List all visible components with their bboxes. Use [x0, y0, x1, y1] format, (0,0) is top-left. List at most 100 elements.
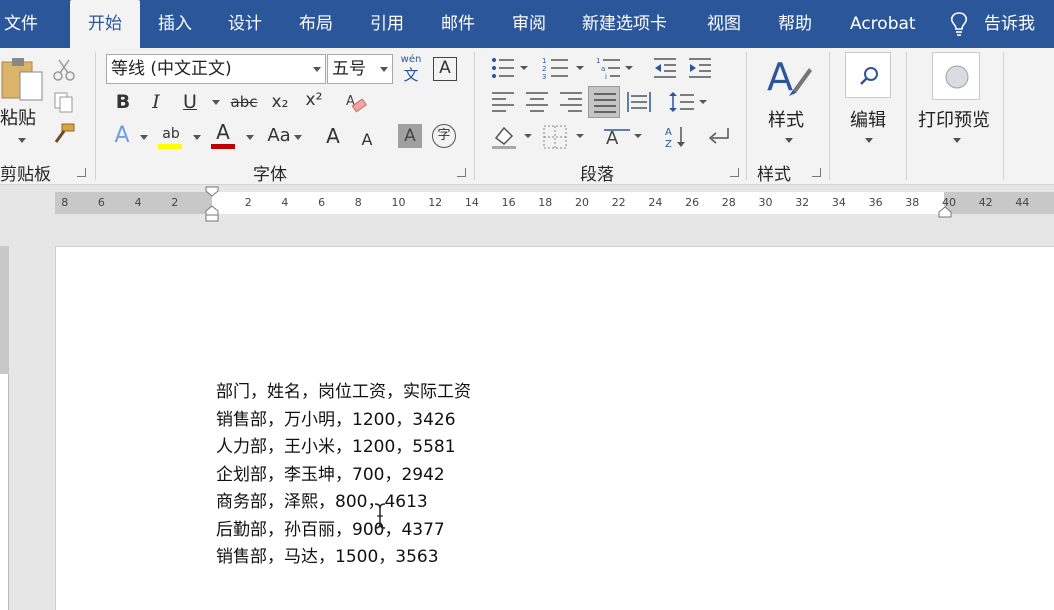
- font-color-label: A: [216, 120, 230, 144]
- increase-indent-icon[interactable]: [687, 56, 713, 80]
- font-name-combo[interactable]: 等线 (中文正文): [106, 54, 326, 84]
- font-launcher-icon[interactable]: [457, 168, 466, 177]
- svg-text:A: A: [767, 55, 793, 99]
- change-case-button[interactable]: Aa: [264, 124, 294, 148]
- char-shading-button[interactable]: A: [398, 124, 422, 148]
- document-page[interactable]: 部门，姓名，岗位工资，实际工资 销售部，万小明，1200，3426 人力部，王小…: [55, 246, 1054, 610]
- font-color-dropdown-icon[interactable]: [246, 135, 254, 140]
- tab-acrobat[interactable]: Acrobat: [850, 0, 916, 48]
- format-painter-icon[interactable]: [52, 122, 76, 146]
- distributed-icon[interactable]: [626, 90, 652, 114]
- ribbon: 粘贴 剪贴板 等线 (中文正文) 五号 wén 文 A B I U abc x₂…: [0, 48, 1054, 185]
- phonetic-guide-button[interactable]: wén 文: [398, 54, 424, 84]
- grow-font-button[interactable]: A: [322, 124, 344, 148]
- superscript-button[interactable]: x²: [301, 88, 327, 112]
- copy-icon[interactable]: [52, 90, 76, 114]
- tab-layout[interactable]: 布局: [299, 0, 333, 48]
- numbering-icon[interactable]: 1 2 3: [542, 56, 586, 80]
- paste-label: 粘贴: [0, 108, 36, 129]
- vertical-ruler[interactable]: [0, 246, 9, 610]
- tab-home[interactable]: 开始: [70, 0, 140, 48]
- enclose-chars-button[interactable]: 字: [432, 124, 456, 148]
- underline-dropdown-icon[interactable]: [212, 100, 220, 105]
- font-color-button[interactable]: A: [211, 120, 235, 149]
- ruler-number: 26: [685, 196, 700, 209]
- align-left-icon[interactable]: [490, 90, 516, 114]
- text-effects-dropdown-icon[interactable]: [140, 135, 148, 140]
- shrink-font-button[interactable]: A: [356, 128, 378, 152]
- group-divider: [1003, 52, 1004, 180]
- ruler-number: 8: [61, 196, 69, 209]
- bullets-icon[interactable]: [490, 56, 530, 80]
- justify-button[interactable]: [588, 86, 620, 118]
- editing-button[interactable]: 编辑: [840, 52, 896, 146]
- ruler-number: 36: [868, 196, 883, 209]
- ruler-number: 42: [978, 196, 993, 209]
- ruler-number: 18: [538, 196, 553, 209]
- document-line[interactable]: 部门，姓名，岗位工资，实际工资: [216, 377, 471, 402]
- ruler-number: 38: [905, 196, 920, 209]
- sort-icon[interactable]: A Z: [664, 124, 688, 150]
- circle-icon: [945, 65, 969, 89]
- ruler-number: 4: [134, 196, 142, 209]
- ruler-number: 6: [97, 196, 105, 209]
- decrease-indent-icon[interactable]: [652, 56, 678, 80]
- change-case-dropdown-icon[interactable]: [294, 135, 302, 140]
- tell-me-label: 告诉我: [984, 14, 1035, 34]
- paste-icon: [1, 58, 43, 101]
- tab-view[interactable]: 视图: [707, 0, 741, 48]
- first-line-indent-icon[interactable]: [205, 186, 219, 222]
- shading-icon[interactable]: [490, 124, 534, 150]
- document-line[interactable]: 人力部，王小米，1200，5581: [216, 432, 456, 457]
- highlight-dropdown-icon[interactable]: [193, 135, 201, 140]
- tab-mailings[interactable]: 邮件: [441, 0, 475, 48]
- font-size-combo[interactable]: 五号: [327, 54, 393, 84]
- search-icon: [860, 67, 878, 85]
- highlight-button[interactable]: ab: [158, 122, 184, 149]
- font-name-value: 等线 (中文正文): [111, 59, 232, 79]
- tab-help[interactable]: 帮助: [778, 0, 812, 48]
- char-border-button[interactable]: A: [433, 57, 457, 81]
- tab-design[interactable]: 设计: [228, 0, 262, 48]
- subscript-button[interactable]: x₂: [267, 90, 293, 114]
- styles-button[interactable]: A 样式: [762, 54, 816, 150]
- cut-icon[interactable]: [52, 58, 76, 82]
- clear-formatting-icon[interactable]: A: [344, 91, 368, 115]
- bold-button[interactable]: B: [112, 90, 134, 114]
- align-right-icon[interactable]: [558, 90, 584, 114]
- paragraph-launcher-icon[interactable]: [730, 168, 739, 177]
- paste-button[interactable]: 粘贴: [0, 56, 44, 146]
- tab-file[interactable]: 文件: [4, 0, 38, 48]
- strikethrough-button[interactable]: abc: [228, 90, 260, 114]
- italic-button[interactable]: I: [145, 90, 167, 114]
- styles-button-label: 样式: [768, 110, 804, 131]
- align-center-icon[interactable]: [524, 90, 550, 114]
- document-line[interactable]: 后勤部，孙百丽，900，4377: [216, 515, 445, 540]
- horizontal-ruler[interactable]: 8 6 4 2 2 4 6 8 10 12 14 16 18 20 22 24 26 28 30 32 34 36 38 40…: [0, 186, 1054, 222]
- ruler-number: 2: [244, 196, 252, 209]
- chinese-layout-icon[interactable]: A: [604, 124, 644, 150]
- tab-insert[interactable]: 插入: [158, 0, 192, 48]
- font-group-label: 字体: [253, 165, 287, 185]
- borders-icon[interactable]: [542, 124, 586, 150]
- styles-launcher-icon[interactable]: [812, 168, 821, 177]
- multilevel-list-icon[interactable]: 1 a i: [596, 56, 636, 80]
- underline-button[interactable]: U: [179, 90, 201, 114]
- print-preview-button[interactable]: 打印预览: [914, 52, 998, 146]
- line-spacing-icon[interactable]: [668, 90, 708, 114]
- clipboard-launcher-icon[interactable]: [77, 168, 86, 177]
- svg-text:A: A: [665, 127, 672, 138]
- tab-references[interactable]: 引用: [370, 0, 404, 48]
- document-line[interactable]: 商务部，泽熙，800，4613: [216, 487, 428, 512]
- svg-text:A: A: [606, 128, 619, 149]
- document-line[interactable]: 企划部，李玉坤，700，2942: [216, 460, 445, 485]
- tab-new-tab[interactable]: 新建选项卡: [582, 0, 667, 48]
- document-line[interactable]: 销售部，马达，1500，3563: [216, 542, 439, 567]
- tab-review[interactable]: 审阅: [512, 0, 546, 48]
- show-marks-icon[interactable]: [706, 124, 732, 150]
- ruler-number: 32: [795, 196, 810, 209]
- ruler-number: 20: [575, 196, 589, 209]
- text-effects-button[interactable]: A: [110, 124, 134, 148]
- paste-dropdown-icon: [18, 138, 26, 143]
- document-line[interactable]: 销售部，万小明，1200，3426: [216, 405, 456, 430]
